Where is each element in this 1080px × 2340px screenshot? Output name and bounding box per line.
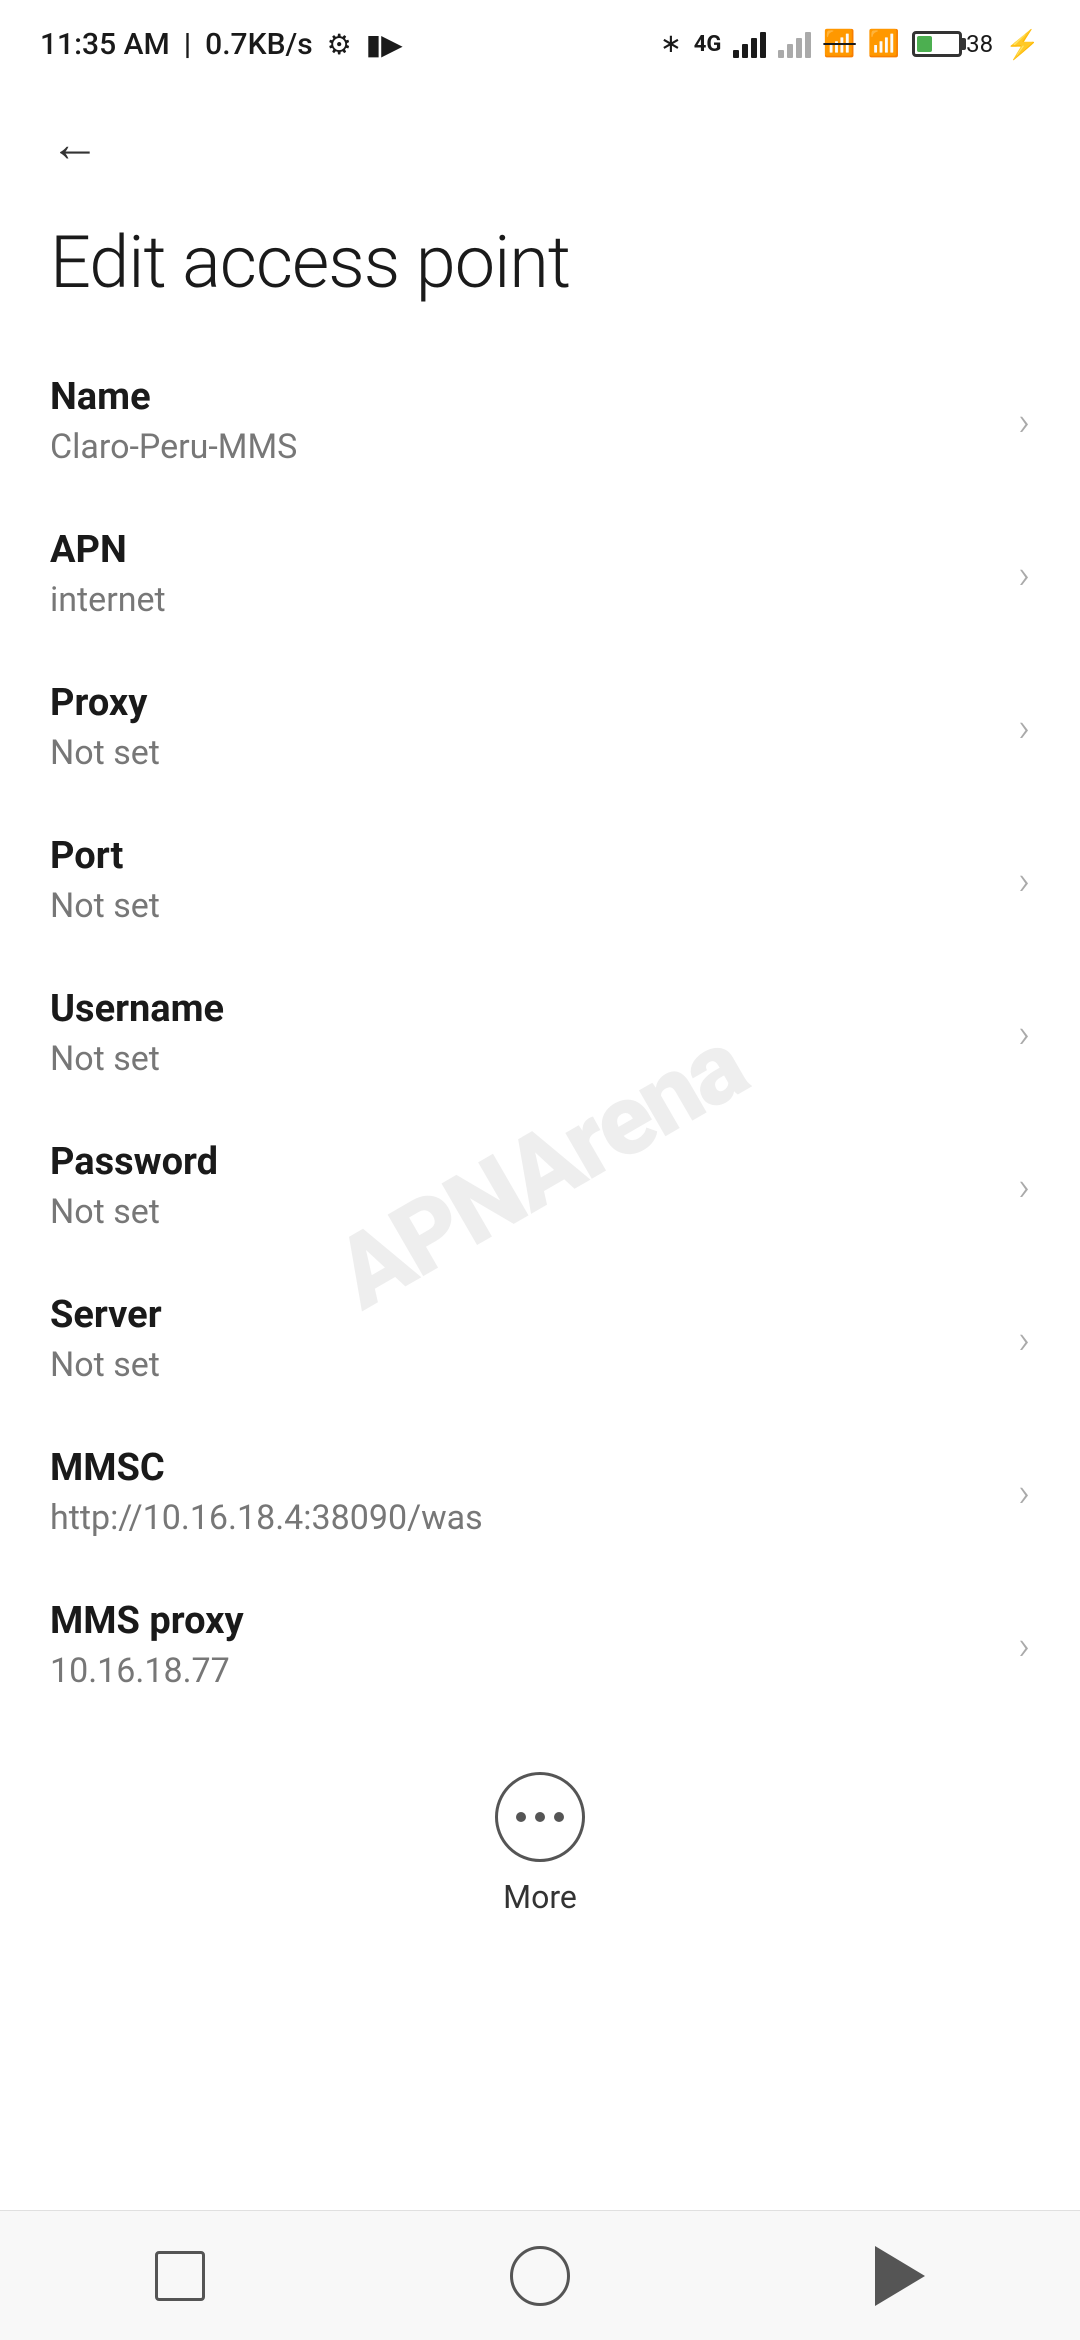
settings-item-port[interactable]: Port Not set › bbox=[0, 804, 1080, 957]
status-left: 11:35 AM | 0.7KB/s ⚙ ▮▶ bbox=[40, 27, 403, 62]
settings-item-port-content: Port Not set bbox=[50, 834, 998, 926]
settings-item-name-title: Name bbox=[50, 375, 998, 419]
settings-item-server[interactable]: Server Not set › bbox=[0, 1263, 1080, 1416]
time-display: 11:35 AM bbox=[40, 27, 170, 62]
settings-item-username-title: Username bbox=[50, 987, 998, 1031]
settings-item-username[interactable]: Username Not set › bbox=[0, 957, 1080, 1110]
back-nav-icon bbox=[875, 2246, 925, 2306]
signal-bars-2 bbox=[778, 30, 811, 58]
settings-item-mmsc-content: MMSC http://10.16.18.4:38090/was bbox=[50, 1446, 998, 1538]
settings-list: Name Claro-Peru-MMS › APN internet › Pro… bbox=[0, 345, 1080, 1722]
no-signal-icon: 📶 bbox=[823, 29, 855, 59]
top-navigation: ← bbox=[0, 80, 1080, 200]
network-type-icon: 4G bbox=[694, 32, 722, 57]
more-button[interactable] bbox=[495, 1772, 585, 1862]
bluetooth-icon: ∗ bbox=[660, 29, 682, 59]
chevron-right-icon: › bbox=[1018, 398, 1030, 445]
recents-button[interactable] bbox=[120, 2236, 240, 2316]
settings-item-password-title: Password bbox=[50, 1140, 998, 1184]
more-button-area[interactable]: More bbox=[0, 1742, 1080, 1936]
settings-item-apn-title: APN bbox=[50, 528, 998, 572]
settings-item-mms-proxy-title: MMS proxy bbox=[50, 1599, 998, 1643]
chevron-right-icon: › bbox=[1018, 551, 1030, 598]
settings-item-server-title: Server bbox=[50, 1293, 998, 1337]
battery-percent: 38 bbox=[966, 30, 993, 58]
recents-icon bbox=[155, 2251, 205, 2301]
settings-item-mms-proxy-value: 10.16.18.77 bbox=[50, 1651, 998, 1691]
settings-item-name-value: Claro-Peru-MMS bbox=[50, 427, 998, 467]
home-icon bbox=[510, 2246, 570, 2306]
settings-item-mms-proxy[interactable]: MMS proxy 10.16.18.77 › bbox=[0, 1569, 1080, 1722]
settings-item-proxy[interactable]: Proxy Not set › bbox=[0, 651, 1080, 804]
dot-3 bbox=[554, 1812, 564, 1822]
camera-icon: ▮▶ bbox=[366, 28, 403, 61]
settings-item-apn-content: APN internet bbox=[50, 528, 998, 620]
settings-item-password[interactable]: Password Not set › bbox=[0, 1110, 1080, 1263]
more-label: More bbox=[503, 1878, 577, 1916]
dot-1 bbox=[516, 1812, 526, 1822]
chevron-right-icon: › bbox=[1018, 1622, 1030, 1669]
charging-icon: ⚡ bbox=[1005, 28, 1040, 61]
settings-item-mms-proxy-content: MMS proxy 10.16.18.77 bbox=[50, 1599, 998, 1691]
network-speed: 0.7KB/s bbox=[205, 27, 312, 62]
dot-2 bbox=[535, 1812, 545, 1822]
back-arrow-icon: ← bbox=[50, 120, 100, 170]
settings-item-password-value: Not set bbox=[50, 1192, 998, 1232]
status-bar: 11:35 AM | 0.7KB/s ⚙ ▮▶ ∗ 4G 📶 📶 38 bbox=[0, 0, 1080, 80]
settings-item-port-value: Not set bbox=[50, 886, 998, 926]
settings-item-proxy-value: Not set bbox=[50, 733, 998, 773]
page-title: Edit access point bbox=[0, 200, 1080, 345]
settings-item-mmsc[interactable]: MMSC http://10.16.18.4:38090/was › bbox=[0, 1416, 1080, 1569]
settings-item-username-content: Username Not set bbox=[50, 987, 998, 1079]
chevron-right-icon: › bbox=[1018, 1010, 1030, 1057]
home-button[interactable] bbox=[480, 2236, 600, 2316]
settings-item-server-value: Not set bbox=[50, 1345, 998, 1385]
settings-icon: ⚙ bbox=[327, 28, 352, 61]
chevron-right-icon: › bbox=[1018, 1163, 1030, 1210]
wifi-icon: 📶 bbox=[868, 29, 900, 59]
back-button[interactable]: ← bbox=[40, 110, 110, 180]
settings-item-name-content: Name Claro-Peru-MMS bbox=[50, 375, 998, 467]
chevron-right-icon: › bbox=[1018, 704, 1030, 751]
bottom-navigation-bar bbox=[0, 2210, 1080, 2340]
settings-item-proxy-title: Proxy bbox=[50, 681, 998, 725]
chevron-right-icon: › bbox=[1018, 857, 1030, 904]
settings-item-password-content: Password Not set bbox=[50, 1140, 998, 1232]
settings-item-apn-value: internet bbox=[50, 580, 998, 620]
settings-item-server-content: Server Not set bbox=[50, 1293, 998, 1385]
settings-item-apn[interactable]: APN internet › bbox=[0, 498, 1080, 651]
settings-item-port-title: Port bbox=[50, 834, 998, 878]
settings-item-name[interactable]: Name Claro-Peru-MMS › bbox=[0, 345, 1080, 498]
settings-item-mmsc-value: http://10.16.18.4:38090/was bbox=[50, 1498, 998, 1538]
battery-indicator: 38 bbox=[912, 30, 993, 58]
chevron-right-icon: › bbox=[1018, 1316, 1030, 1363]
more-dots-icon bbox=[516, 1812, 564, 1822]
back-nav-button[interactable] bbox=[840, 2236, 960, 2316]
settings-item-mmsc-title: MMSC bbox=[50, 1446, 998, 1490]
chevron-right-icon: › bbox=[1018, 1469, 1030, 1516]
battery-fill bbox=[917, 36, 932, 52]
battery-box bbox=[912, 31, 962, 57]
signal-bars-1 bbox=[733, 30, 766, 58]
settings-item-username-value: Not set bbox=[50, 1039, 998, 1079]
settings-item-proxy-content: Proxy Not set bbox=[50, 681, 998, 773]
separator: | bbox=[184, 27, 191, 62]
status-right: ∗ 4G 📶 📶 38 ⚡ bbox=[660, 28, 1040, 61]
